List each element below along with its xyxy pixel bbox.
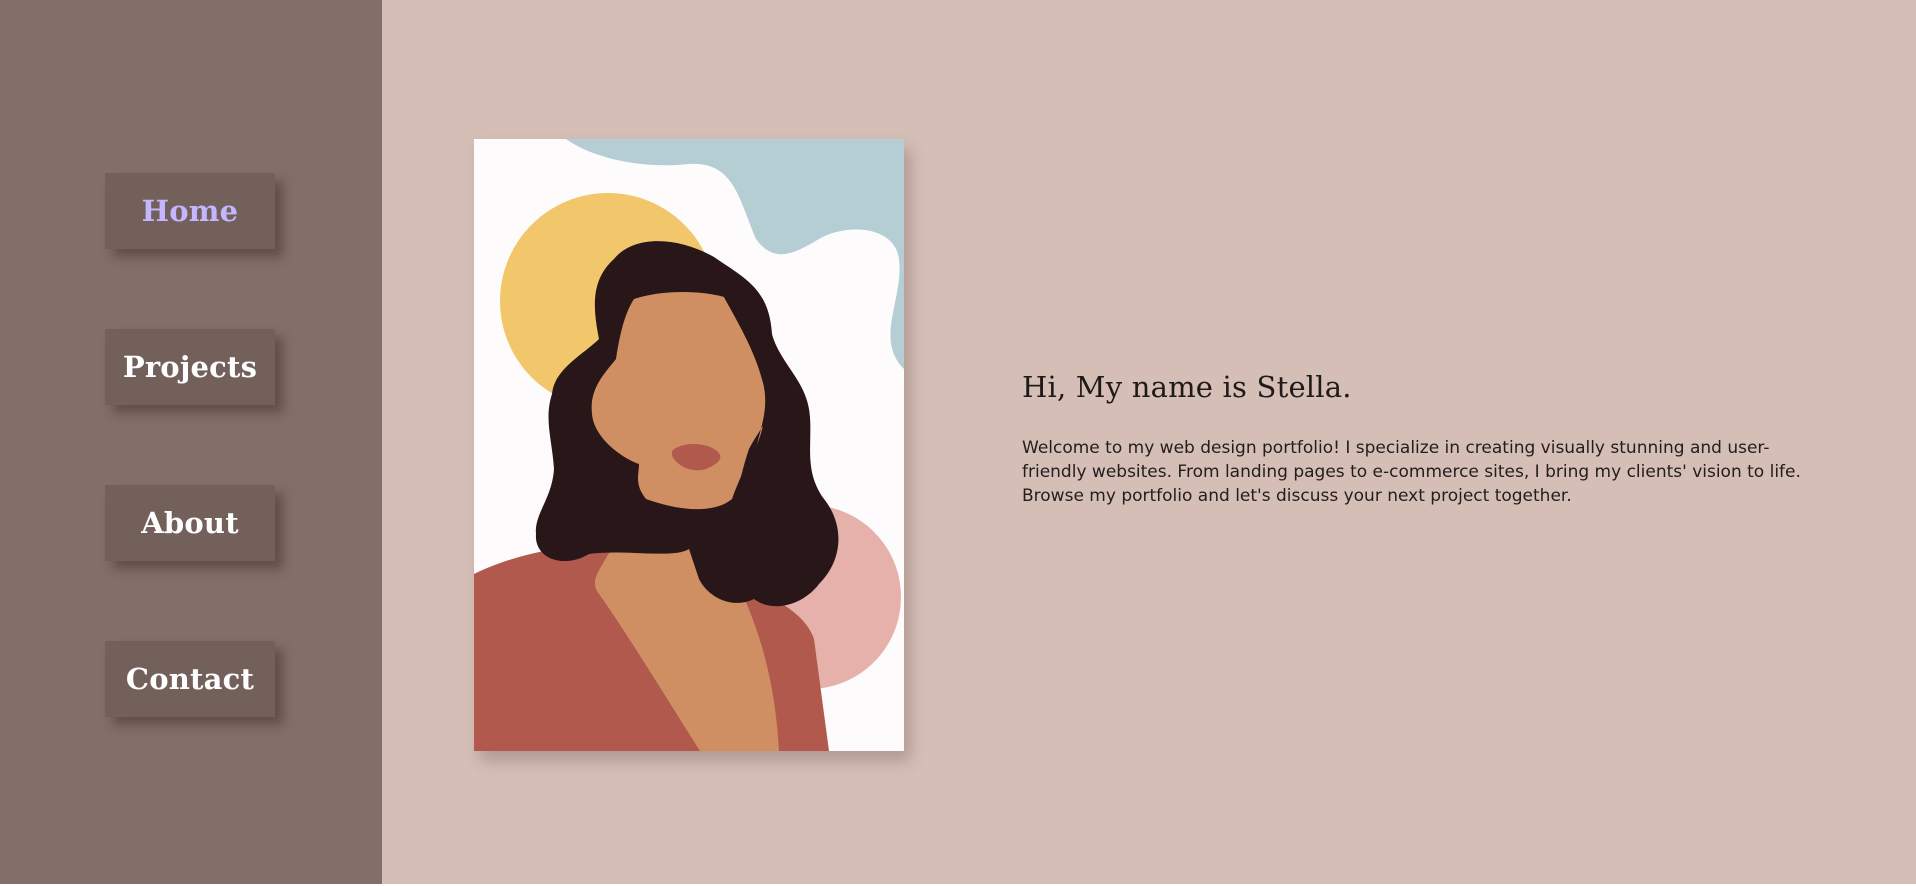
main-content: Hi, My name is Stella. Welcome to my web… [382, 0, 1916, 884]
nav-about-button[interactable]: About [105, 485, 275, 561]
hero-bio: Welcome to my web design portfolio! I sp… [1022, 438, 1801, 506]
nav-contact-label: Contact [125, 662, 255, 696]
hero-heading: Hi, My name is Stella. [1022, 370, 1352, 404]
intro-section: Hi, My name is Stella. Welcome to my web… [1022, 370, 1822, 508]
nav-projects-label: Projects [122, 350, 258, 384]
nav-projects-button[interactable]: Projects [105, 329, 275, 405]
nav-home-label: Home [141, 194, 239, 228]
app-root: Home Projects About Contact Hi, My name … [0, 0, 1916, 884]
portrait-illustration [474, 139, 904, 751]
nav-home-button[interactable]: Home [105, 173, 275, 249]
nav-about-label: About [141, 506, 239, 540]
nav-contact-button[interactable]: Contact [105, 641, 275, 717]
sidebar: Home Projects About Contact [0, 0, 382, 884]
